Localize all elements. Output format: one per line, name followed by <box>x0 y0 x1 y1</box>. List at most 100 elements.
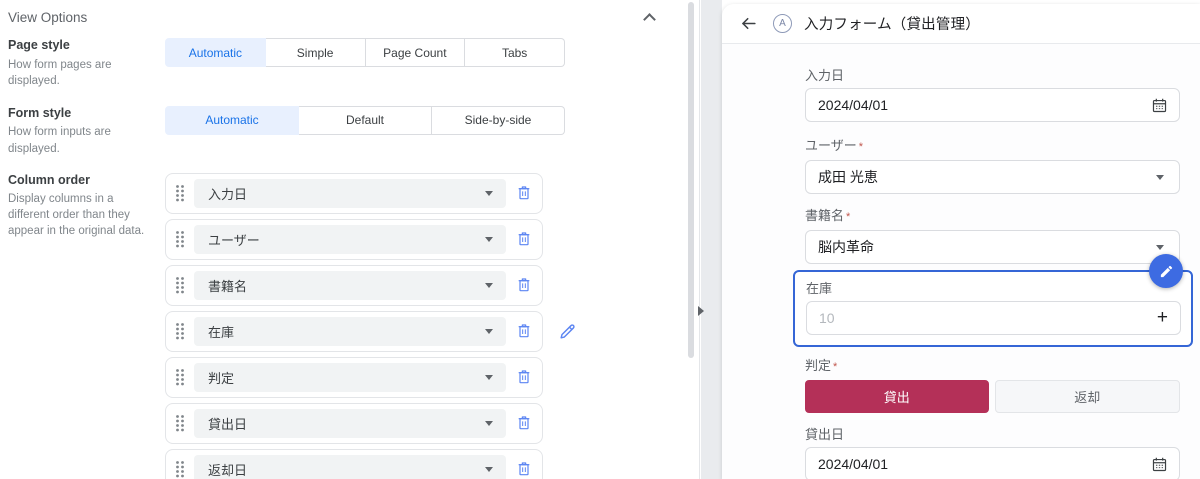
column-row-wrap: ユーザー <box>165 218 543 260</box>
form-style-label: Form style <box>8 105 72 120</box>
column-row: 書籍名 <box>165 264 543 306</box>
segment-page-count[interactable]: Page Count <box>365 38 466 67</box>
drag-handle-icon[interactable] <box>175 368 185 386</box>
chevron-down-icon <box>1156 245 1164 250</box>
segment-default[interactable]: Default <box>299 105 432 135</box>
field-label: 在庫 <box>806 281 833 296</box>
edit-column-icon[interactable] <box>558 322 577 346</box>
segment-tabs[interactable]: Tabs <box>465 38 565 67</box>
user-select[interactable]: 成田 光恵 <box>805 160 1180 194</box>
delete-column-icon[interactable] <box>516 461 532 477</box>
chevron-down-icon <box>485 374 493 380</box>
chevron-down-icon <box>485 190 493 196</box>
date-input[interactable]: 2024/04/01 <box>805 88 1180 122</box>
column-select[interactable]: 在庫 <box>194 316 506 346</box>
drag-handle-icon[interactable] <box>175 322 185 340</box>
column-row-wrap: 判定 <box>165 356 543 398</box>
chevron-down-icon <box>485 236 493 242</box>
book-select[interactable]: 脳内革命 <box>805 230 1180 264</box>
segment-simple[interactable]: Simple <box>265 38 366 67</box>
chevron-down-icon <box>1156 175 1164 180</box>
segment-side-by-side[interactable]: Side-by-side <box>432 105 565 135</box>
page-style-section: Page style How form pages are displayed.… <box>8 38 699 89</box>
field-label: 書籍名 <box>805 208 845 223</box>
calendar-icon[interactable] <box>1151 97 1168 114</box>
column-row: 在庫 <box>165 310 543 352</box>
panel-title: View Options <box>8 10 88 25</box>
delete-column-icon[interactable] <box>516 185 532 201</box>
required-mark: * <box>858 141 864 153</box>
field-label: 入力日 <box>805 68 845 83</box>
expand-panel-handle[interactable] <box>698 306 704 316</box>
column-row-wrap: 返却日 <box>165 448 543 479</box>
column-select[interactable]: ユーザー <box>194 224 506 254</box>
column-row: 返却日 <box>165 448 543 479</box>
stock-placeholder: 10 <box>819 310 835 326</box>
required-mark: * <box>846 211 851 223</box>
column-select[interactable]: 返却日 <box>194 454 506 479</box>
column-row-wrap: 在庫 <box>165 310 575 352</box>
page-style-control: Automatic Simple Page Count Tabs <box>165 38 565 67</box>
drag-handle-icon[interactable] <box>175 414 185 432</box>
view-options-panel: View Options Page style How form pages a… <box>0 0 700 479</box>
form-style-description: How form inputs are displayed. <box>8 126 111 155</box>
back-icon[interactable] <box>739 14 758 33</box>
column-row: ユーザー <box>165 218 543 260</box>
calendar-icon[interactable] <box>1151 456 1168 473</box>
form-preview-panel: A 入力フォーム（貸出管理） 入力日 2024/04/01 ユーザー * 成田 光… <box>722 4 1200 479</box>
chevron-down-icon <box>485 466 493 472</box>
drag-handle-icon[interactable] <box>175 460 185 478</box>
collapse-section-icon[interactable] <box>643 13 656 26</box>
left-scrollbar[interactable] <box>688 2 694 358</box>
preview-header: A 入力フォーム（貸出管理） <box>722 4 1200 44</box>
chevron-down-icon <box>485 420 493 426</box>
panel-divider <box>698 0 722 479</box>
form-style-section: Form style How form inputs are displayed… <box>8 105 699 157</box>
delete-column-icon[interactable] <box>516 277 532 293</box>
column-row-wrap: 入力日 <box>165 172 543 214</box>
loan-button[interactable]: 貸出 <box>805 380 989 413</box>
drag-handle-icon[interactable] <box>175 276 185 294</box>
field-label: ユーザー <box>805 138 857 153</box>
column-select[interactable]: 貸出日 <box>194 408 506 438</box>
stock-number-input[interactable]: 10 + <box>806 301 1181 335</box>
preview-title: 入力フォーム（貸出管理） <box>804 17 980 33</box>
field-input-date: 入力日 2024/04/01 <box>805 68 1180 122</box>
segment-automatic[interactable]: Automatic <box>165 105 299 135</box>
column-row: 判定 <box>165 356 543 398</box>
column-select[interactable]: 書籍名 <box>194 270 506 300</box>
drag-handle-icon[interactable] <box>175 184 185 202</box>
form-style-control: Automatic Default Side-by-side <box>165 105 565 135</box>
delete-column-icon[interactable] <box>516 415 532 431</box>
page-style-label: Page style <box>8 38 70 52</box>
column-select[interactable]: 判定 <box>194 362 506 392</box>
chevron-down-icon <box>485 282 493 288</box>
field-loan-date: 貸出日 2024/04/01 <box>805 427 1180 479</box>
column-select[interactable]: 入力日 <box>194 178 506 208</box>
column-order-label: Column order <box>8 172 90 187</box>
delete-column-icon[interactable] <box>516 369 532 385</box>
column-row: 入力日 <box>165 172 543 214</box>
increment-icon[interactable]: + <box>1157 307 1168 329</box>
column-row-wrap: 書籍名 <box>165 264 543 306</box>
page-style-description: How form pages are displayed. <box>8 58 112 87</box>
segment-automatic[interactable]: Automatic <box>165 38 266 67</box>
column-order-description: Display columns in a different order tha… <box>8 193 145 238</box>
delete-column-icon[interactable] <box>516 231 532 247</box>
field-label: 判定 <box>805 358 832 373</box>
chevron-down-icon <box>485 328 493 334</box>
column-row: 貸出日 <box>165 402 543 444</box>
loan-date-input[interactable]: 2024/04/01 <box>805 447 1180 479</box>
column-row-wrap: 貸出日 <box>165 402 543 444</box>
field-stock-selected[interactable]: 在庫 10 + <box>793 254 1193 347</box>
column-order-list: 入力日ユーザー書籍名在庫判定貸出日返却日 <box>165 172 575 479</box>
return-button[interactable]: 返却 <box>994 380 1180 413</box>
field-book: 書籍名 * 脳内革命 <box>805 208 1180 264</box>
required-mark: * <box>833 361 838 373</box>
field-label: 貸出日 <box>805 427 845 442</box>
form-avatar-icon: A <box>773 14 792 33</box>
delete-column-icon[interactable] <box>516 323 532 339</box>
drag-handle-icon[interactable] <box>175 230 185 248</box>
column-order-section: Column order Display columns in a differ… <box>8 172 699 479</box>
edit-field-fab[interactable] <box>1149 254 1183 288</box>
